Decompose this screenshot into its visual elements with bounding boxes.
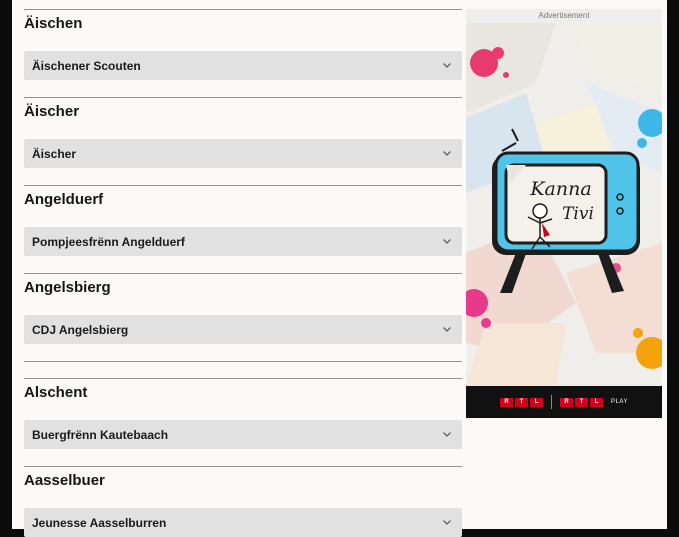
accordion-label: Jeunesse Aasselburren (32, 515, 167, 530)
ad-logo-line2: Tivi (562, 204, 594, 224)
rtl-letter: T (575, 397, 589, 407)
section-aischen: Äischen Äischener Scouten (24, 13, 462, 97)
accordion-label: Äischener Scouten (32, 58, 141, 73)
section-title: Alschent (24, 384, 88, 401)
accordion-label: Pompjeesfrënn Angelduerf (32, 234, 185, 249)
accordion-item[interactable]: Äischer (24, 139, 462, 168)
rtl-letter: L (530, 397, 544, 407)
section-aasselbuer: Aasselbuer Jeunesse Aasselburren (24, 470, 462, 537)
divider (24, 97, 462, 98)
accordion-label: Äischer (32, 146, 77, 161)
chevron-down-icon (442, 518, 452, 528)
accordion-item[interactable]: Pompjeesfrënn Angelduerf (24, 227, 462, 256)
ad-brand-bar: R T L R T L PLAY (466, 386, 662, 418)
accordion-item[interactable]: Buergfrënn Kautebaach (24, 420, 462, 449)
advertisement-label: Advertisement (538, 11, 590, 20)
section-aischer: Äischer Äischer (24, 101, 462, 185)
divider (24, 9, 462, 10)
rtl-letter: T (515, 397, 529, 407)
advertisement[interactable]: Advertisement Kanna Tivi R T L R T L PLA… (460, 9, 668, 418)
divider (24, 273, 462, 274)
section-angelduerf: Angelduerf Pompjeesfrënn Angelduerf (24, 189, 462, 273)
accordion-item[interactable]: Äischener Scouten (24, 51, 462, 80)
section-angelsbierg: Angelsbierg CDJ Angelsbierg (24, 277, 462, 361)
divider (24, 185, 462, 186)
club-list: Äischen Äischener Scouten Äischer Äische… (24, 9, 462, 537)
accordion-item[interactable]: Jeunesse Aasselburren (24, 508, 462, 537)
rtl-letter: L (590, 397, 604, 407)
accordion-label: CDJ Angelsbierg (32, 322, 129, 337)
section-title: Äischer (24, 103, 80, 120)
rtl-play-logo: R T L (560, 397, 604, 407)
chevron-down-icon (442, 149, 452, 159)
ad-image[interactable]: Kanna Tivi (460, 23, 668, 386)
brand-separator (551, 395, 553, 409)
section-title: Angelduerf (24, 191, 104, 208)
rtl-letter: R (500, 397, 514, 407)
section-title: Aasselbuer (24, 472, 105, 489)
chevron-down-icon (442, 61, 452, 71)
divider (24, 378, 462, 379)
play-label: PLAY (611, 399, 628, 405)
rtl-logo: R T L (500, 397, 544, 407)
section-alschent: Alschent Buergfrënn Kautebaach (24, 382, 462, 466)
section-title: Äischen (24, 15, 83, 32)
section-title: Angelsbierg (24, 279, 111, 296)
ad-logo-line1: Kanna (529, 178, 591, 200)
page: Äischen Äischener Scouten Äischer Äische… (12, 0, 668, 537)
chevron-down-icon (442, 237, 452, 247)
chevron-down-icon (442, 325, 452, 335)
divider (24, 466, 462, 467)
chevron-down-icon (442, 430, 452, 440)
accordion-label: Buergfrënn Kautebaach (32, 427, 169, 442)
accordion-item[interactable]: CDJ Angelsbierg (24, 315, 462, 344)
rtl-letter: R (560, 397, 574, 407)
